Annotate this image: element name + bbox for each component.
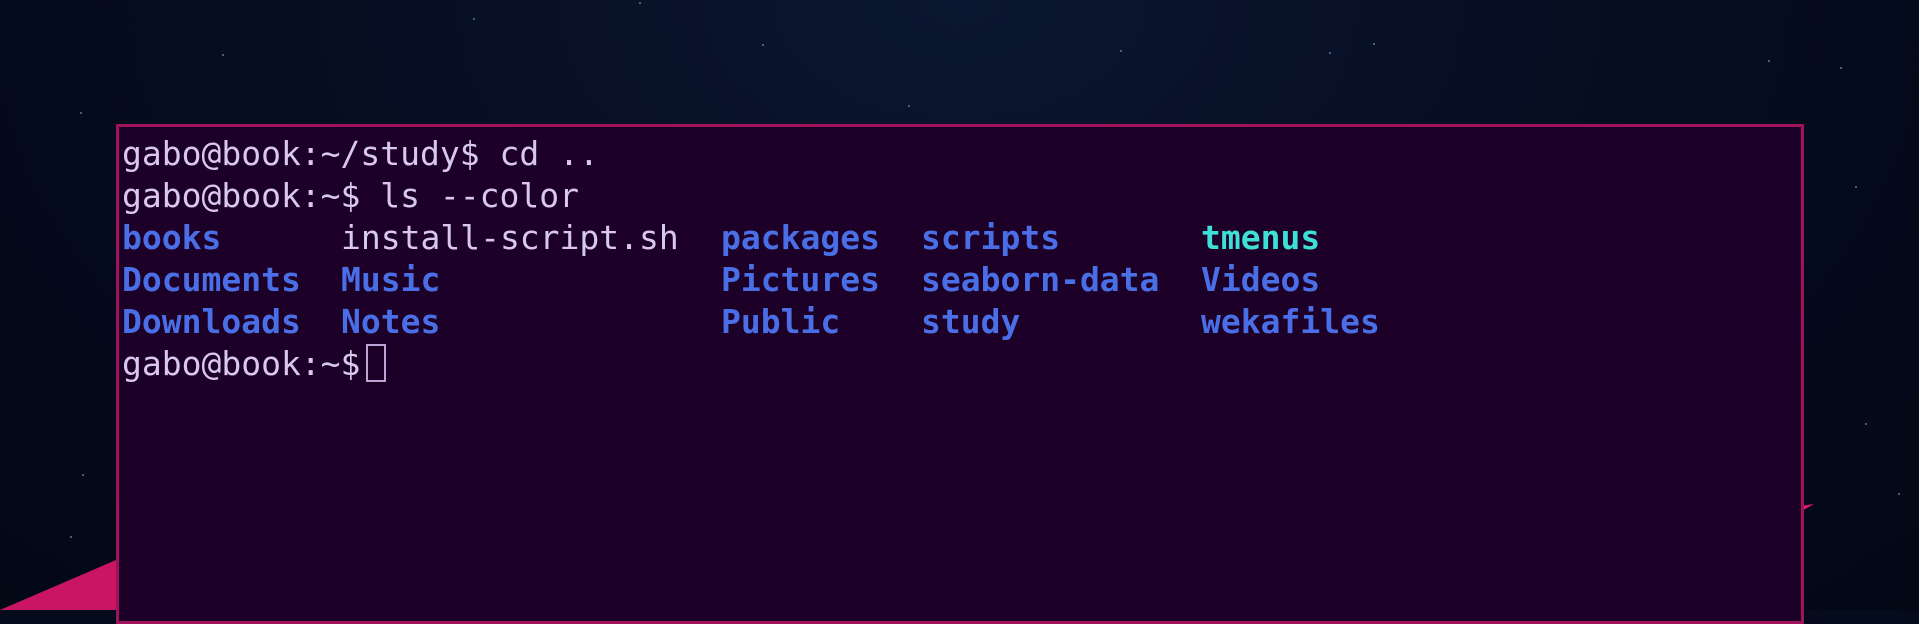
file-entry: install-script.sh bbox=[341, 218, 679, 257]
executable-entry: tmenus bbox=[1201, 218, 1321, 257]
shell-prompt: gabo@book:~$ bbox=[122, 176, 361, 215]
star bbox=[80, 112, 82, 114]
directory-entry: Videos bbox=[1201, 260, 1321, 299]
star bbox=[1865, 423, 1867, 425]
star bbox=[908, 105, 910, 107]
directory-entry: Notes bbox=[341, 302, 441, 341]
terminal-input-line[interactable]: gabo@book:~$ bbox=[122, 343, 1801, 385]
star bbox=[1855, 186, 1857, 188]
shell-prompt: gabo@book:~$ bbox=[122, 344, 361, 383]
star bbox=[1840, 67, 1842, 69]
star bbox=[1898, 493, 1900, 495]
decorative-shape bbox=[0, 560, 116, 610]
terminal-window[interactable]: gabo@book:~/study$ cd .. gabo@book:~$ ls… bbox=[116, 124, 1804, 624]
directory-entry: study bbox=[921, 302, 1021, 341]
star bbox=[1120, 50, 1122, 52]
star bbox=[222, 54, 224, 56]
directory-entry: Pictures bbox=[721, 260, 880, 299]
directory-entry: books bbox=[122, 218, 222, 257]
listing-row: Downloads Notes Public study wekafiles bbox=[122, 301, 1801, 343]
star bbox=[762, 44, 764, 46]
directory-entry: scripts bbox=[921, 218, 1061, 257]
directory-entry: wekafiles bbox=[1201, 302, 1380, 341]
command-text: ls --color bbox=[380, 176, 579, 215]
command-text: cd .. bbox=[499, 134, 599, 173]
directory-entry: Music bbox=[341, 260, 441, 299]
shell-prompt: gabo@book:~/study$ bbox=[122, 134, 480, 173]
star bbox=[1329, 52, 1331, 54]
directory-entry: Public bbox=[721, 302, 841, 341]
directory-entry: seaborn-data bbox=[921, 260, 1160, 299]
star bbox=[70, 536, 72, 538]
listing-row: Documents Music Pictures seaborn-data Vi… bbox=[122, 259, 1801, 301]
star bbox=[82, 474, 84, 476]
directory-entry: Downloads bbox=[122, 302, 301, 341]
directory-entry: Documents bbox=[122, 260, 301, 299]
star bbox=[1373, 43, 1375, 45]
star bbox=[1768, 60, 1770, 62]
star bbox=[473, 18, 475, 20]
text-cursor[interactable] bbox=[366, 343, 387, 382]
terminal-line: gabo@book:~$ ls --color bbox=[122, 175, 1801, 217]
listing-row: books install-script.sh packages scripts… bbox=[122, 217, 1801, 259]
terminal-line: gabo@book:~/study$ cd .. bbox=[122, 133, 1801, 175]
star bbox=[639, 2, 641, 4]
directory-entry: packages bbox=[721, 218, 880, 257]
